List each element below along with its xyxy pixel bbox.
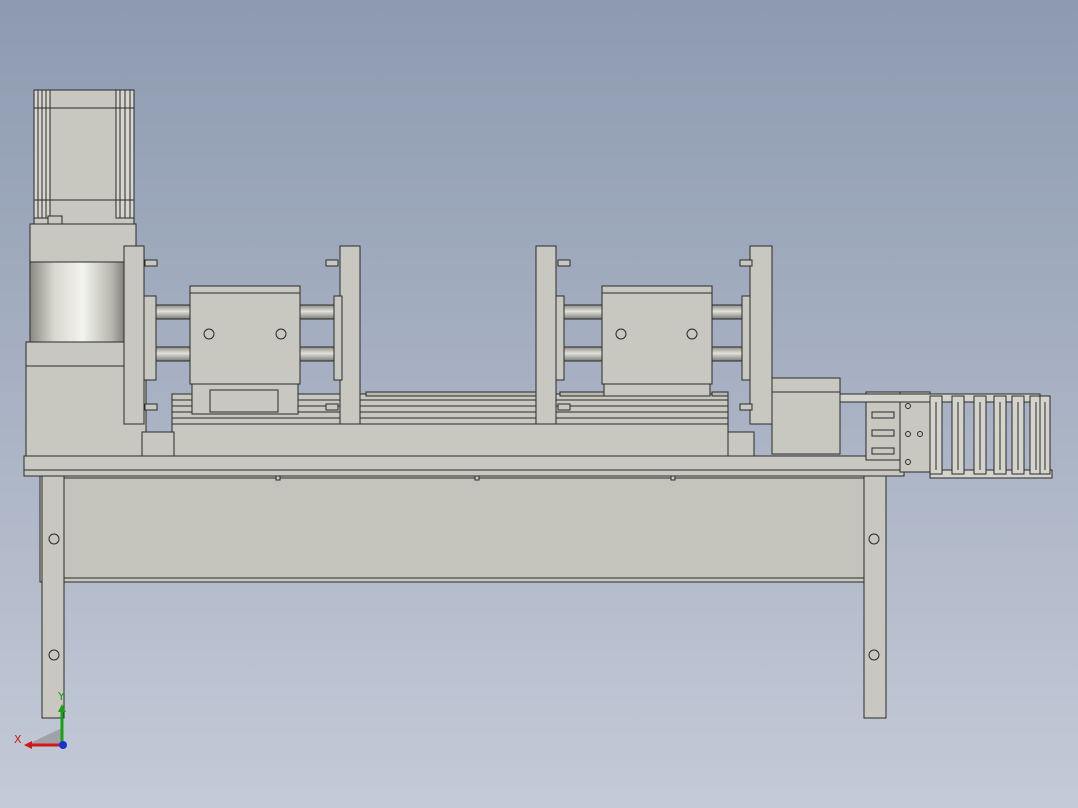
stepper-motor[interactable]: [33, 89, 135, 225]
right-leg[interactable]: [863, 475, 887, 719]
cad-model-view[interactable]: X Y: [0, 0, 1078, 808]
cad-viewport[interactable]: X Y: [0, 0, 1078, 808]
right-drive-block[interactable]: [771, 377, 841, 455]
x-axis-label: X: [14, 733, 22, 746]
rail-left-block: [141, 431, 175, 457]
slider-block-left[interactable]: [189, 285, 301, 415]
base-frame[interactable]: [23, 455, 905, 583]
z-axis-point: [59, 741, 67, 749]
slider-block-right[interactable]: [601, 285, 713, 397]
rail-right-block: [727, 431, 755, 457]
y-axis-label: Y: [57, 690, 65, 703]
cable-chain-mount[interactable]: [865, 391, 931, 473]
left-leg[interactable]: [41, 475, 65, 719]
